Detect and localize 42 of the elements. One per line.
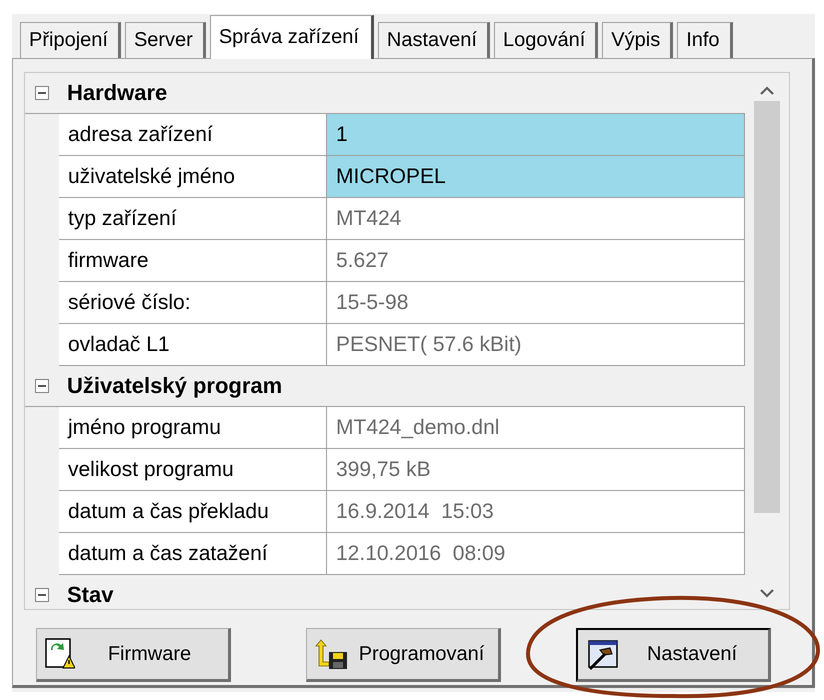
- hammer-window-icon: [586, 638, 620, 670]
- tab[interactable]: Správa zařízení: [210, 15, 374, 59]
- property-value[interactable]: 5.627: [327, 240, 745, 282]
- property-label: velikost programu: [59, 449, 327, 491]
- collapse-toggle[interactable]: [35, 86, 49, 100]
- collapse-toggle[interactable]: [35, 588, 49, 602]
- property-value[interactable]: MT424_demo.dnl: [327, 407, 745, 449]
- property-label: datum a čas zatažení: [59, 533, 327, 575]
- property-value[interactable]: 12.10.2016 08:09: [327, 533, 745, 575]
- property-value[interactable]: PESNET( 57.6 kBit): [327, 324, 745, 366]
- category-title: Stav: [66, 581, 114, 609]
- scroll-up-icon[interactable]: [759, 85, 775, 95]
- scroll-thumb[interactable]: [754, 101, 780, 513]
- property-label: ovladač L1: [59, 324, 327, 366]
- tab[interactable]: Nastavení: [378, 22, 490, 58]
- property-value[interactable]: 15-5-98: [327, 282, 745, 324]
- tab[interactable]: Info: [677, 22, 733, 58]
- settings-button[interactable]: Nastavení: [576, 628, 771, 682]
- refresh-warning-icon: [45, 638, 75, 670]
- property-label: datum a čas překladu: [59, 491, 327, 533]
- tab[interactable]: Připojení: [20, 22, 121, 58]
- tab[interactable]: Výpis: [602, 22, 674, 58]
- program-button[interactable]: Programovaní: [306, 628, 501, 682]
- category-title: Uživatelský program: [66, 372, 282, 400]
- property-label: uživatelské jméno: [59, 156, 327, 198]
- property-label: typ zařízení: [59, 198, 327, 240]
- category-title: Hardware: [66, 79, 168, 107]
- property-value[interactable]: MICROPEL: [327, 156, 745, 198]
- firmware-button[interactable]: Firmware: [36, 628, 231, 682]
- property-value[interactable]: 399,75 kB: [327, 449, 745, 491]
- property-label: sériové číslo:: [59, 282, 327, 324]
- property-label: jméno programu: [59, 407, 327, 449]
- tab[interactable]: Server: [124, 22, 206, 58]
- collapse-toggle[interactable]: [35, 379, 49, 393]
- property-value[interactable]: 1: [327, 114, 745, 156]
- floppy-upload-icon: [315, 638, 349, 670]
- scroll-down-icon[interactable]: [759, 589, 775, 599]
- property-value[interactable]: MT424: [327, 198, 745, 240]
- property-label: firmware: [59, 240, 327, 282]
- property-label: adresa zařízení: [59, 114, 327, 156]
- property-value[interactable]: 16.9.2014 15:03: [327, 491, 745, 533]
- tab[interactable]: Logování: [494, 22, 598, 58]
